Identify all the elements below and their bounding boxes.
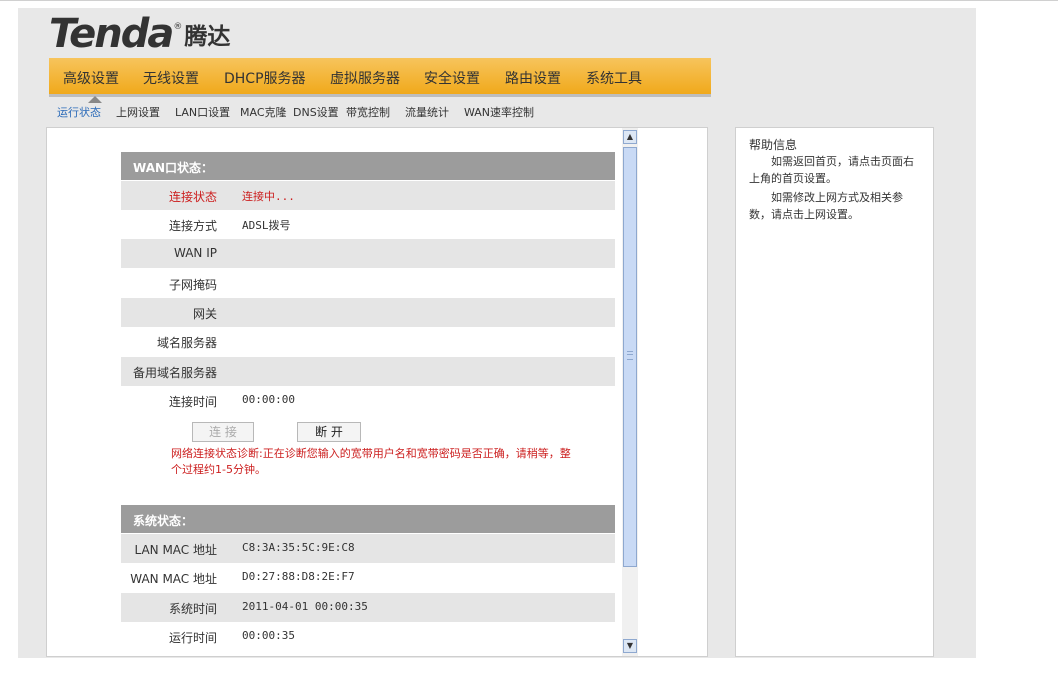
- row-wan-mac: WAN MAC 地址 D0:27:88:D8:2E:F7: [121, 563, 615, 592]
- connection-time-value: 00:00:00: [242, 393, 295, 406]
- tab-internet-settings[interactable]: 上网设置: [116, 104, 160, 120]
- row-dns-server: 域名服务器: [121, 327, 615, 356]
- tab-bandwidth-control[interactable]: 带宽控制: [346, 104, 390, 120]
- vertical-scrollbar[interactable]: ▲ ▼: [622, 128, 638, 656]
- scrollbar-grip-icon: [627, 351, 633, 360]
- nav-routing-settings[interactable]: 路由设置: [505, 68, 561, 88]
- help-title: 帮助信息: [749, 138, 798, 152]
- row-subnet-mask: 子网掩码: [121, 269, 615, 298]
- connection-type-label: 连接方式: [168, 219, 217, 233]
- row-connection-time: 连接时间 00:00:00: [121, 386, 615, 415]
- row-lan-mac: LAN MAC 地址 C8:3A:35:5C:9E:C8: [121, 534, 615, 563]
- active-tab-pointer: [88, 96, 102, 103]
- row-backup-dns-server: 备用域名服务器: [121, 357, 615, 386]
- connection-status-value: 连接中...: [242, 190, 295, 203]
- logo-chinese: 腾达: [184, 24, 231, 50]
- tab-wan-rate-control[interactable]: WAN速率控制: [464, 104, 534, 120]
- row-uptime: 运行时间 00:00:35: [121, 622, 615, 651]
- help-paragraph-internet: 如需修改上网方式及相关参数，请点击上网设置。: [749, 191, 903, 221]
- scroll-up-arrow-icon[interactable]: ▲: [623, 130, 637, 144]
- nav-virtual-server[interactable]: 虚拟服务器: [330, 68, 400, 88]
- wan-mac-value: D0:27:88:D8:2E:F7: [242, 570, 355, 583]
- row-connection-status: 连接状态 连接中...: [121, 181, 615, 210]
- tab-dns-settings[interactable]: DNS设置: [293, 104, 339, 120]
- gateway-label: 网关: [192, 307, 217, 321]
- row-wan-ip: WAN IP: [121, 239, 615, 268]
- status-panel: WAN口状态： 连接状态 连接中... 连接方式 ADSL拨号 WAN IP 子…: [46, 127, 708, 657]
- system-status-header: 系统状态：: [121, 505, 615, 533]
- row-gateway: 网关: [121, 298, 615, 327]
- dns-server-label: 域名服务器: [156, 336, 217, 350]
- wan-status-title: WAN口状态：: [133, 161, 214, 175]
- nav-advanced-settings[interactable]: 高级设置: [63, 68, 119, 88]
- connection-type-value: ADSL拨号: [242, 219, 291, 232]
- row-connection-type: 连接方式 ADSL拨号: [121, 210, 615, 239]
- logo-brand: Tenda: [49, 11, 174, 57]
- wan-mac-label: WAN MAC 地址: [130, 572, 217, 586]
- tab-traffic-stats[interactable]: 流量统计: [405, 104, 449, 120]
- tab-mac-clone[interactable]: MAC克隆: [240, 104, 287, 120]
- connection-status-label: 连接状态: [168, 190, 217, 204]
- network-diagnosis-message: 网络连接状态诊断:正在诊断您输入的宽带用户名和宽带密码是否正确，请稍等，整个过程…: [171, 447, 571, 476]
- scroll-down-arrow-icon[interactable]: ▼: [623, 639, 637, 653]
- tenda-logo: Tenda ® 腾达: [49, 14, 230, 54]
- nav-dhcp-server[interactable]: DHCP服务器: [224, 68, 306, 88]
- nav-system-tools[interactable]: 系统工具: [586, 68, 642, 88]
- scrollbar-thumb[interactable]: [623, 147, 637, 567]
- wan-ip-label: WAN IP: [174, 246, 217, 260]
- system-status-title: 系统状态：: [133, 514, 194, 528]
- connection-time-label: 连接时间: [168, 395, 217, 409]
- disconnect-button[interactable]: 断 开: [297, 422, 361, 442]
- system-time-label: 系统时间: [168, 602, 217, 616]
- nav-wireless-settings[interactable]: 无线设置: [143, 68, 199, 88]
- help-paragraph-home: 如需返回首页，请点击页面右上角的首页设置。: [749, 155, 914, 185]
- system-time-value: 2011-04-01 00:00:35: [242, 600, 368, 613]
- subnet-mask-label: 子网掩码: [168, 278, 217, 292]
- connect-button[interactable]: 连 接: [192, 422, 254, 442]
- tab-run-status[interactable]: 运行状态: [57, 104, 101, 120]
- main-nav: 高级设置 无线设置 DHCP服务器 虚拟服务器 安全设置 路由设置 系统工具: [49, 58, 711, 97]
- top-divider: [0, 0, 1058, 1]
- uptime-value: 00:00:35: [242, 629, 295, 642]
- row-system-time: 系统时间 2011-04-01 00:00:35: [121, 593, 615, 622]
- lan-mac-label: LAN MAC 地址: [134, 543, 217, 557]
- help-panel: 帮助信息 如需返回首页，请点击页面右上角的首页设置。 如需修改上网方式及相关参数…: [735, 127, 934, 657]
- lan-mac-value: C8:3A:35:5C:9E:C8: [242, 541, 355, 554]
- tab-lan-settings[interactable]: LAN口设置: [175, 104, 230, 120]
- uptime-label: 运行时间: [168, 631, 217, 645]
- nav-security-settings[interactable]: 安全设置: [424, 68, 480, 88]
- backup-dns-server-label: 备用域名服务器: [132, 366, 217, 380]
- wan-status-header: WAN口状态：: [121, 152, 615, 180]
- logo-registered-mark: ®: [173, 22, 183, 32]
